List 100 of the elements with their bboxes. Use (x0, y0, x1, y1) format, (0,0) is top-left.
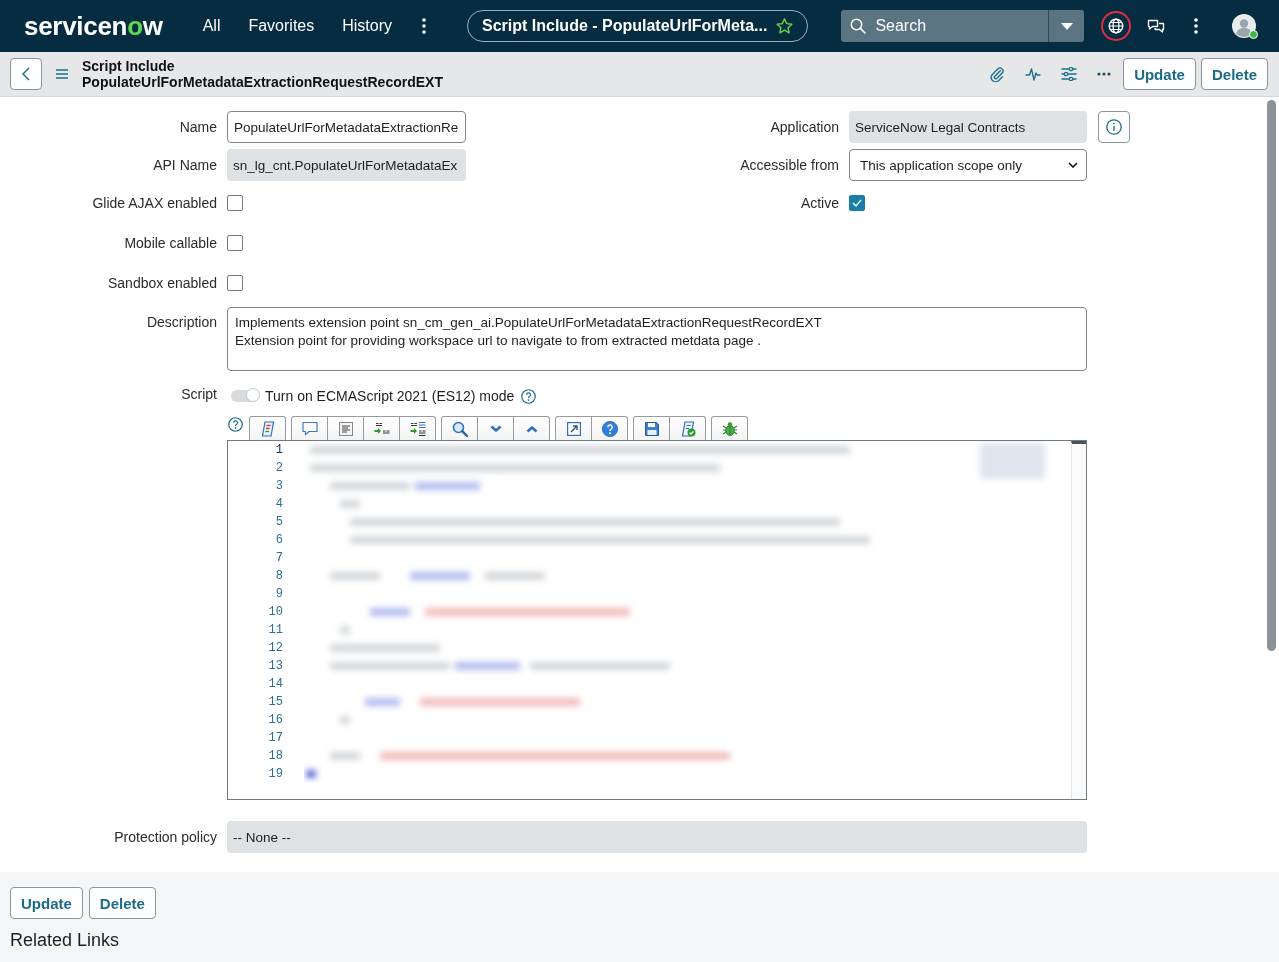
header-action-button[interactable]: Update (1123, 58, 1196, 90)
save-icon (644, 421, 659, 436)
info-button[interactable] (1098, 111, 1130, 143)
nav-menu-item[interactable]: History (328, 10, 406, 42)
chevron-down-icon (1068, 162, 1078, 168)
toolbar-button[interactable] (633, 416, 670, 440)
line-number: 17 (268, 730, 283, 747)
field-label: Active (799, 195, 840, 211)
record-name: PopulateUrlForMetadataExtractionRequestRecordEXT (82, 74, 443, 90)
field-label: Glide AJAX enabled (91, 195, 218, 211)
user-avatar-icon[interactable] (1232, 14, 1257, 38)
scroll-icon (259, 420, 276, 437)
checkbox[interactable] (227, 195, 243, 211)
toolbar-button[interactable] (327, 416, 364, 440)
footer-action-button[interactable]: Delete (88, 887, 156, 919)
line-number: 12 (268, 640, 283, 657)
expand-icon (566, 421, 581, 436)
code-editor[interactable]: 1 2 3 4 5 6 7 8 9 10 11 12 13 14 15 16 17 18 19 (227, 440, 1087, 800)
scroll-check-icon (679, 420, 696, 437)
help-icon[interactable] (228, 417, 243, 432)
toolbar-button[interactable] (249, 416, 286, 440)
toolbar-button[interactable] (477, 416, 514, 440)
dropdown-field[interactable]: This application scope only (849, 149, 1087, 181)
line-number: 14 (268, 676, 283, 693)
chat-icon[interactable] (1147, 18, 1166, 34)
info-icon (1106, 119, 1122, 135)
search-dropdown-button[interactable] (1048, 10, 1085, 42)
scrollbar-thumb[interactable] (1267, 100, 1276, 651)
line-number: 2 (275, 460, 283, 477)
line-number: 10 (268, 604, 283, 621)
help-icon (601, 420, 618, 437)
nav-menu-item[interactable]: Favorites (234, 10, 329, 42)
line-number: 5 (275, 514, 283, 531)
line-number: 1 (275, 442, 283, 459)
field-label: API Name (152, 157, 218, 173)
paperclip-icon[interactable] (989, 66, 1006, 82)
text-field[interactable]: PopulateUrlForMetadataExtractionRe (227, 111, 466, 143)
field-label: Protection policy (113, 829, 218, 845)
line-number: 11 (268, 622, 283, 639)
toolbar-button[interactable] (399, 416, 436, 440)
toolbar-button[interactable] (555, 416, 592, 440)
more-horizontal-icon[interactable] (1097, 72, 1112, 76)
checkbox[interactable] (227, 235, 243, 251)
globe-icon[interactable] (1101, 11, 1132, 41)
search-icon (850, 18, 867, 34)
line-number: 7 (275, 550, 283, 567)
line-number: 13 (268, 658, 283, 675)
line-number: 15 (268, 694, 283, 711)
field-label: Application (769, 119, 840, 135)
header-action-button[interactable]: Delete (1200, 58, 1268, 90)
pulse-icon[interactable] (1025, 67, 1042, 81)
related-links-heading: Related Links (10, 929, 120, 951)
read-only-field: -- None -- (227, 821, 1087, 853)
field-label: Description (145, 313, 218, 330)
toolbar-button[interactable] (513, 416, 550, 440)
toolbar-button[interactable] (711, 416, 748, 440)
more-vertical-icon[interactable] (1194, 18, 1199, 34)
footer-action-button[interactable]: Update (10, 887, 83, 919)
line-number: 6 (275, 532, 283, 549)
toolbar-button[interactable] (669, 416, 706, 440)
more-vertical-icon[interactable] (422, 18, 426, 34)
record-title: Script Include - PopulateUrlForMeta... (482, 17, 768, 35)
bug-icon (721, 420, 738, 437)
checkmark-icon (852, 199, 862, 207)
chevron-left-icon (22, 67, 30, 81)
toolbar-button[interactable] (441, 416, 478, 440)
search-field[interactable]: Search (841, 10, 1049, 42)
line-number: 3 (275, 478, 283, 495)
text-lines-icon (338, 421, 353, 436)
toolbar-button[interactable] (291, 416, 328, 440)
line-number: 8 (275, 568, 283, 585)
back-button[interactable] (10, 58, 42, 90)
editor-scrollbar[interactable] (1071, 441, 1086, 799)
replace-all-icon (409, 420, 426, 437)
line-number: 9 (275, 586, 283, 603)
logo[interactable]: servicenow (24, 11, 163, 41)
field-label: Script (180, 385, 218, 402)
speech-bubble-icon (301, 421, 318, 436)
chevron-up-icon (525, 424, 538, 433)
checkbox[interactable] (227, 275, 243, 291)
checkbox[interactable] (849, 195, 865, 211)
star-icon[interactable] (776, 18, 794, 34)
menu-icon[interactable] (56, 69, 68, 79)
replace-icon (373, 420, 390, 437)
toolbar-button[interactable] (591, 416, 628, 440)
line-number: 4 (275, 496, 283, 513)
toolbar-button[interactable] (363, 416, 400, 440)
caret-down-icon (1060, 22, 1073, 30)
nav-menu-item[interactable]: All (188, 10, 235, 42)
description-field[interactable]: Implements extension point sn_cm_gen_ai.PopulateUrlForMetadataExtractionRequestRecordEXT Extension point for providing workspace url to navigate to from extracted metdata page . (227, 307, 1087, 371)
field-label: Mobile callable (123, 235, 218, 251)
toggle-switch[interactable] (231, 390, 259, 402)
search-icon (451, 420, 468, 437)
chevron-down-icon (489, 424, 502, 433)
sliders-icon[interactable] (1061, 67, 1078, 81)
record-type: Script Include (82, 58, 176, 74)
help-icon[interactable] (521, 388, 537, 404)
toggle-label: Turn on ECMAScript 2021 (ES12) mode (265, 388, 515, 404)
field-label: Accessible from (739, 157, 840, 173)
line-number: 18 (268, 748, 283, 765)
